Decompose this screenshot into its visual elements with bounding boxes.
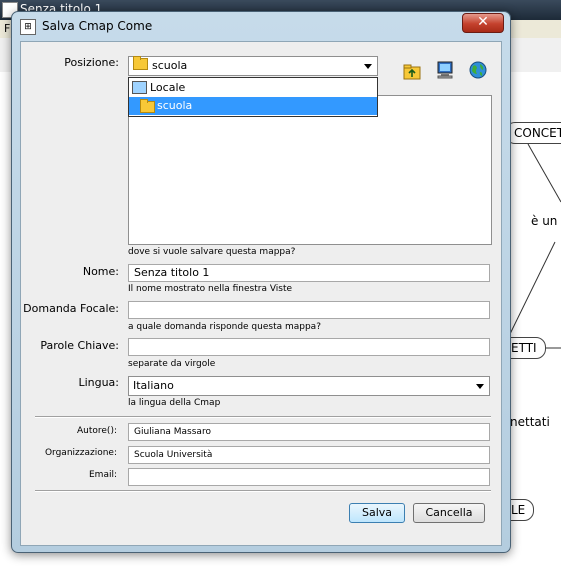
position-selected-value: scuola <box>152 59 188 72</box>
organization-label: Organizzazione: <box>44 448 117 458</box>
folder-icon <box>133 56 148 70</box>
computer-icon[interactable] <box>435 60 455 80</box>
globe-icon[interactable] <box>468 60 488 80</box>
dropdown-option-scuola[interactable]: scuola <box>129 97 377 115</box>
author-label: Autore(): <box>77 426 117 436</box>
email-input[interactable] <box>128 468 490 486</box>
focus-question-hint: a quale domanda risponde questa mappa? <box>128 322 321 332</box>
dropdown-option-scuola-label: scuola <box>157 99 193 112</box>
dialog-title: Salva Cmap Come <box>42 19 153 33</box>
dialog-app-icon: ⊞ <box>20 19 36 35</box>
organization-input[interactable]: Scuola Università <box>128 446 490 464</box>
position-label: Posizione: <box>64 56 119 69</box>
keywords-hint: separate da virgole <box>128 359 216 369</box>
dialog-body: Posizione: scuola Locale scuola dove si … <box>20 41 502 546</box>
position-hint: dove si vuole salvare questa mappa? <box>128 247 296 257</box>
save-button[interactable]: Salva <box>349 503 405 523</box>
language-select[interactable]: Italiano <box>128 376 490 396</box>
keywords-label: Parole Chiave: <box>40 339 119 352</box>
folder-icon <box>140 99 155 113</box>
keywords-input[interactable] <box>128 338 490 356</box>
position-dropdown-list: Locale scuola <box>128 77 378 117</box>
position-select[interactable]: scuola <box>128 56 378 76</box>
author-input[interactable]: Giuliana Massaro <box>128 423 490 441</box>
cancel-button[interactable]: Cancella <box>413 503 485 523</box>
name-hint: Il nome mostrato nella finestra Viste <box>128 284 293 294</box>
location-file-list[interactable] <box>128 95 492 245</box>
chevron-down-icon <box>364 64 372 69</box>
menu-file[interactable]: F <box>4 22 10 35</box>
separator-top <box>35 416 491 418</box>
name-label: Nome: <box>82 265 119 278</box>
concept-node-top[interactable]: CONCETTU <box>505 122 561 144</box>
email-label: Email: <box>88 470 117 480</box>
focus-question-input[interactable] <box>128 301 490 319</box>
language-label: Lingua: <box>78 376 119 389</box>
dropdown-option-locale[interactable]: Locale <box>129 79 377 96</box>
dropdown-option-locale-label: Locale <box>150 81 186 94</box>
chevron-down-icon <box>476 384 484 389</box>
focus-question-label: Domanda Focale: <box>23 302 119 315</box>
save-as-dialog: ⊞ Salva Cmap Come ✕ Posizione: scuola Lo… <box>11 11 511 553</box>
computer-icon <box>132 81 147 94</box>
language-selected-value: Italiano <box>133 379 174 392</box>
close-button[interactable]: ✕ <box>462 13 504 33</box>
name-input[interactable]: Senza titolo 1 <box>128 264 490 282</box>
folder-up-icon[interactable] <box>402 62 422 82</box>
link-label-e-un[interactable]: è un <box>531 214 557 228</box>
language-hint: la lingua della Cmap <box>128 398 221 408</box>
separator-bottom <box>35 490 491 492</box>
link-label-connessi[interactable]: nettati <box>510 415 550 429</box>
